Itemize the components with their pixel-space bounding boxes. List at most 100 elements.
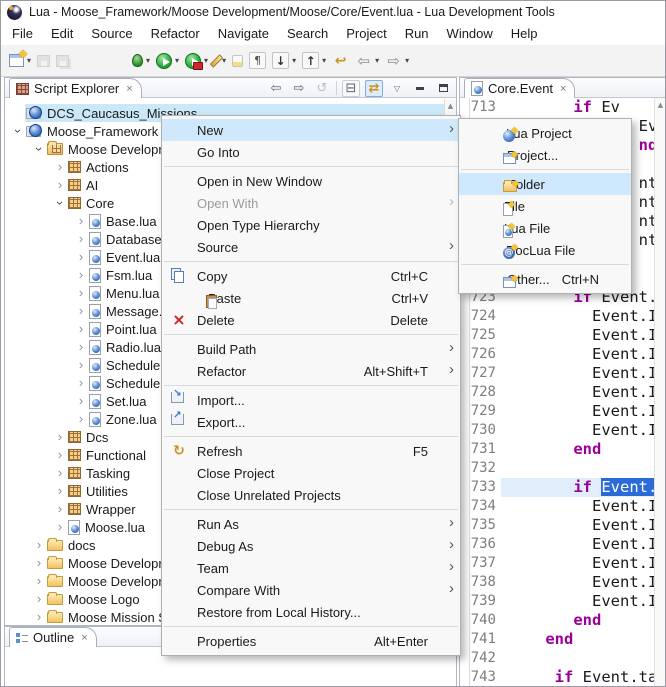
next-annotation-button[interactable]: ▾ <box>270 49 298 73</box>
profile-button[interactable]: ▾ <box>183 49 210 73</box>
last-edit-location-button[interactable] <box>330 49 351 73</box>
menu-item-project[interactable]: Project... <box>459 144 631 166</box>
collapse-all-button[interactable]: ⊟ <box>342 80 360 97</box>
chevron-right-icon[interactable] <box>53 484 67 498</box>
menu-item-source[interactable]: Source› <box>162 236 460 258</box>
chevron-right-icon[interactable] <box>74 322 88 336</box>
chevron-down-icon[interactable] <box>11 124 25 138</box>
chevron-right-icon[interactable] <box>53 466 67 480</box>
save-all-button[interactable] <box>54 49 71 73</box>
menu-item-refresh[interactable]: RefreshF5 <box>162 440 460 462</box>
menu-file[interactable]: File <box>3 23 42 45</box>
menu-source[interactable]: Source <box>82 23 141 45</box>
menu-item-delete[interactable]: ×DeleteDelete <box>162 309 460 331</box>
back-button[interactable]: ⇦ <box>267 80 285 97</box>
chevron-right-icon[interactable] <box>53 502 67 516</box>
view-menu-button[interactable]: ▽ <box>388 80 406 97</box>
next-annotation-dropdown[interactable]: ▾ <box>292 56 296 65</box>
menu-item-lua-file[interactable]: Lua File <box>459 217 631 239</box>
menu-project[interactable]: Project <box>337 23 395 45</box>
menu-item-open-with[interactable]: Open With› <box>162 192 460 214</box>
chevron-right-icon[interactable] <box>74 286 88 300</box>
close-icon[interactable] <box>560 83 566 95</box>
menu-refactor[interactable]: Refactor <box>142 23 209 45</box>
forward-button[interactable]: ⇨ <box>290 80 308 97</box>
chevron-right-icon[interactable] <box>74 214 88 228</box>
menu-search[interactable]: Search <box>278 23 337 45</box>
prev-annotation-button[interactable]: ▾ <box>300 49 328 73</box>
minimize-button[interactable] <box>411 80 429 97</box>
chevron-right-icon[interactable] <box>53 160 67 174</box>
menu-item-other[interactable]: Other...Ctrl+N <box>459 268 631 290</box>
menu-item-doclua-file[interactable]: DocLua File <box>459 239 631 261</box>
chevron-right-icon[interactable] <box>74 376 88 390</box>
menu-run[interactable]: Run <box>396 23 438 45</box>
menu-item-build-path[interactable]: Build Path› <box>162 338 460 360</box>
close-icon[interactable] <box>126 83 132 95</box>
debug-button[interactable]: ▾ <box>130 49 152 73</box>
chevron-right-icon[interactable] <box>74 412 88 426</box>
menu-help[interactable]: Help <box>502 23 547 45</box>
chevron-right-icon[interactable] <box>32 610 46 624</box>
chevron-right-icon[interactable] <box>74 340 88 354</box>
chevron-right-icon[interactable] <box>74 250 88 264</box>
chevron-down-icon[interactable] <box>32 142 46 156</box>
maximize-button[interactable] <box>434 80 452 97</box>
save-button[interactable] <box>35 49 52 73</box>
menu-item-open-in-new-window[interactable]: Open in New Window <box>162 170 460 192</box>
back-dropdown[interactable]: ▾ <box>375 56 379 65</box>
show-whitespace-button[interactable] <box>247 49 268 73</box>
close-icon[interactable] <box>81 632 87 644</box>
menu-item-refactor[interactable]: RefactorAlt+Shift+T› <box>162 360 460 382</box>
menu-item-copy[interactable]: CopyCtrl+C <box>162 265 460 287</box>
debug-dropdown[interactable]: ▾ <box>146 56 150 65</box>
menu-item-go-into[interactable]: Go Into <box>162 141 460 163</box>
chevron-right-icon[interactable] <box>53 430 67 444</box>
chevron-right-icon[interactable] <box>32 538 46 552</box>
menu-item-lua-project[interactable]: Lua Project <box>459 122 631 144</box>
highlighter-button[interactable]: ▾ <box>212 49 228 73</box>
menu-item-team[interactable]: Team› <box>162 557 460 579</box>
chevron-right-icon[interactable] <box>74 358 88 372</box>
mark-occurrences-button[interactable] <box>230 49 245 73</box>
chevron-right-icon[interactable] <box>74 232 88 246</box>
menu-item-restore-from-local-history[interactable]: Restore from Local History... <box>162 601 460 623</box>
menu-item-paste[interactable]: PasteCtrl+V <box>162 287 460 309</box>
menu-item-import[interactable]: Import... <box>162 389 460 411</box>
chevron-right-icon[interactable] <box>74 304 88 318</box>
new-wizard-dropdown[interactable]: ▾ <box>27 56 31 65</box>
chevron-right-icon[interactable] <box>32 592 46 606</box>
chevron-right-icon[interactable] <box>74 394 88 408</box>
menu-item-new[interactable]: New› <box>162 119 460 141</box>
forward-button[interactable]: ▾ <box>383 49 411 73</box>
forward-dropdown[interactable]: ▾ <box>405 56 409 65</box>
menu-item-export[interactable]: Export... <box>162 411 460 433</box>
new-wizard-button[interactable]: ▾ <box>7 49 33 73</box>
chevron-right-icon[interactable] <box>53 448 67 462</box>
tab-outline[interactable]: Outline <box>9 627 97 647</box>
menu-navigate[interactable]: Navigate <box>209 23 278 45</box>
tab-script-explorer[interactable]: Script Explorer <box>9 78 142 98</box>
chevron-right-icon[interactable] <box>53 178 67 192</box>
menu-item-close-project[interactable]: Close Project <box>162 462 460 484</box>
menu-item-folder[interactable]: Folder <box>459 173 631 195</box>
chevron-right-icon[interactable] <box>32 574 46 588</box>
link-with-editor-button[interactable]: ⇄ <box>365 80 383 97</box>
tab-core-event[interactable]: Core.Event <box>464 78 575 98</box>
menu-window[interactable]: Window <box>438 23 502 45</box>
menu-item-file[interactable]: File <box>459 195 631 217</box>
menu-item-close-unrelated-projects[interactable]: Close Unrelated Projects <box>162 484 460 506</box>
prev-annotation-dropdown[interactable]: ▾ <box>322 56 326 65</box>
menu-item-run-as[interactable]: Run As› <box>162 513 460 535</box>
menu-item-compare-with[interactable]: Compare With› <box>162 579 460 601</box>
chevron-down-icon[interactable] <box>53 196 67 210</box>
run-button[interactable]: ▾ <box>154 49 181 73</box>
chevron-right-icon[interactable] <box>74 268 88 282</box>
profile-dropdown[interactable]: ▾ <box>204 56 208 65</box>
up-button[interactable]: ↺ <box>313 80 331 97</box>
chevron-right-icon[interactable] <box>32 556 46 570</box>
menu-item-properties[interactable]: PropertiesAlt+Enter <box>162 630 460 652</box>
menu-item-debug-as[interactable]: Debug As› <box>162 535 460 557</box>
back-button[interactable]: ▾ <box>353 49 381 73</box>
chevron-right-icon[interactable] <box>53 520 67 534</box>
